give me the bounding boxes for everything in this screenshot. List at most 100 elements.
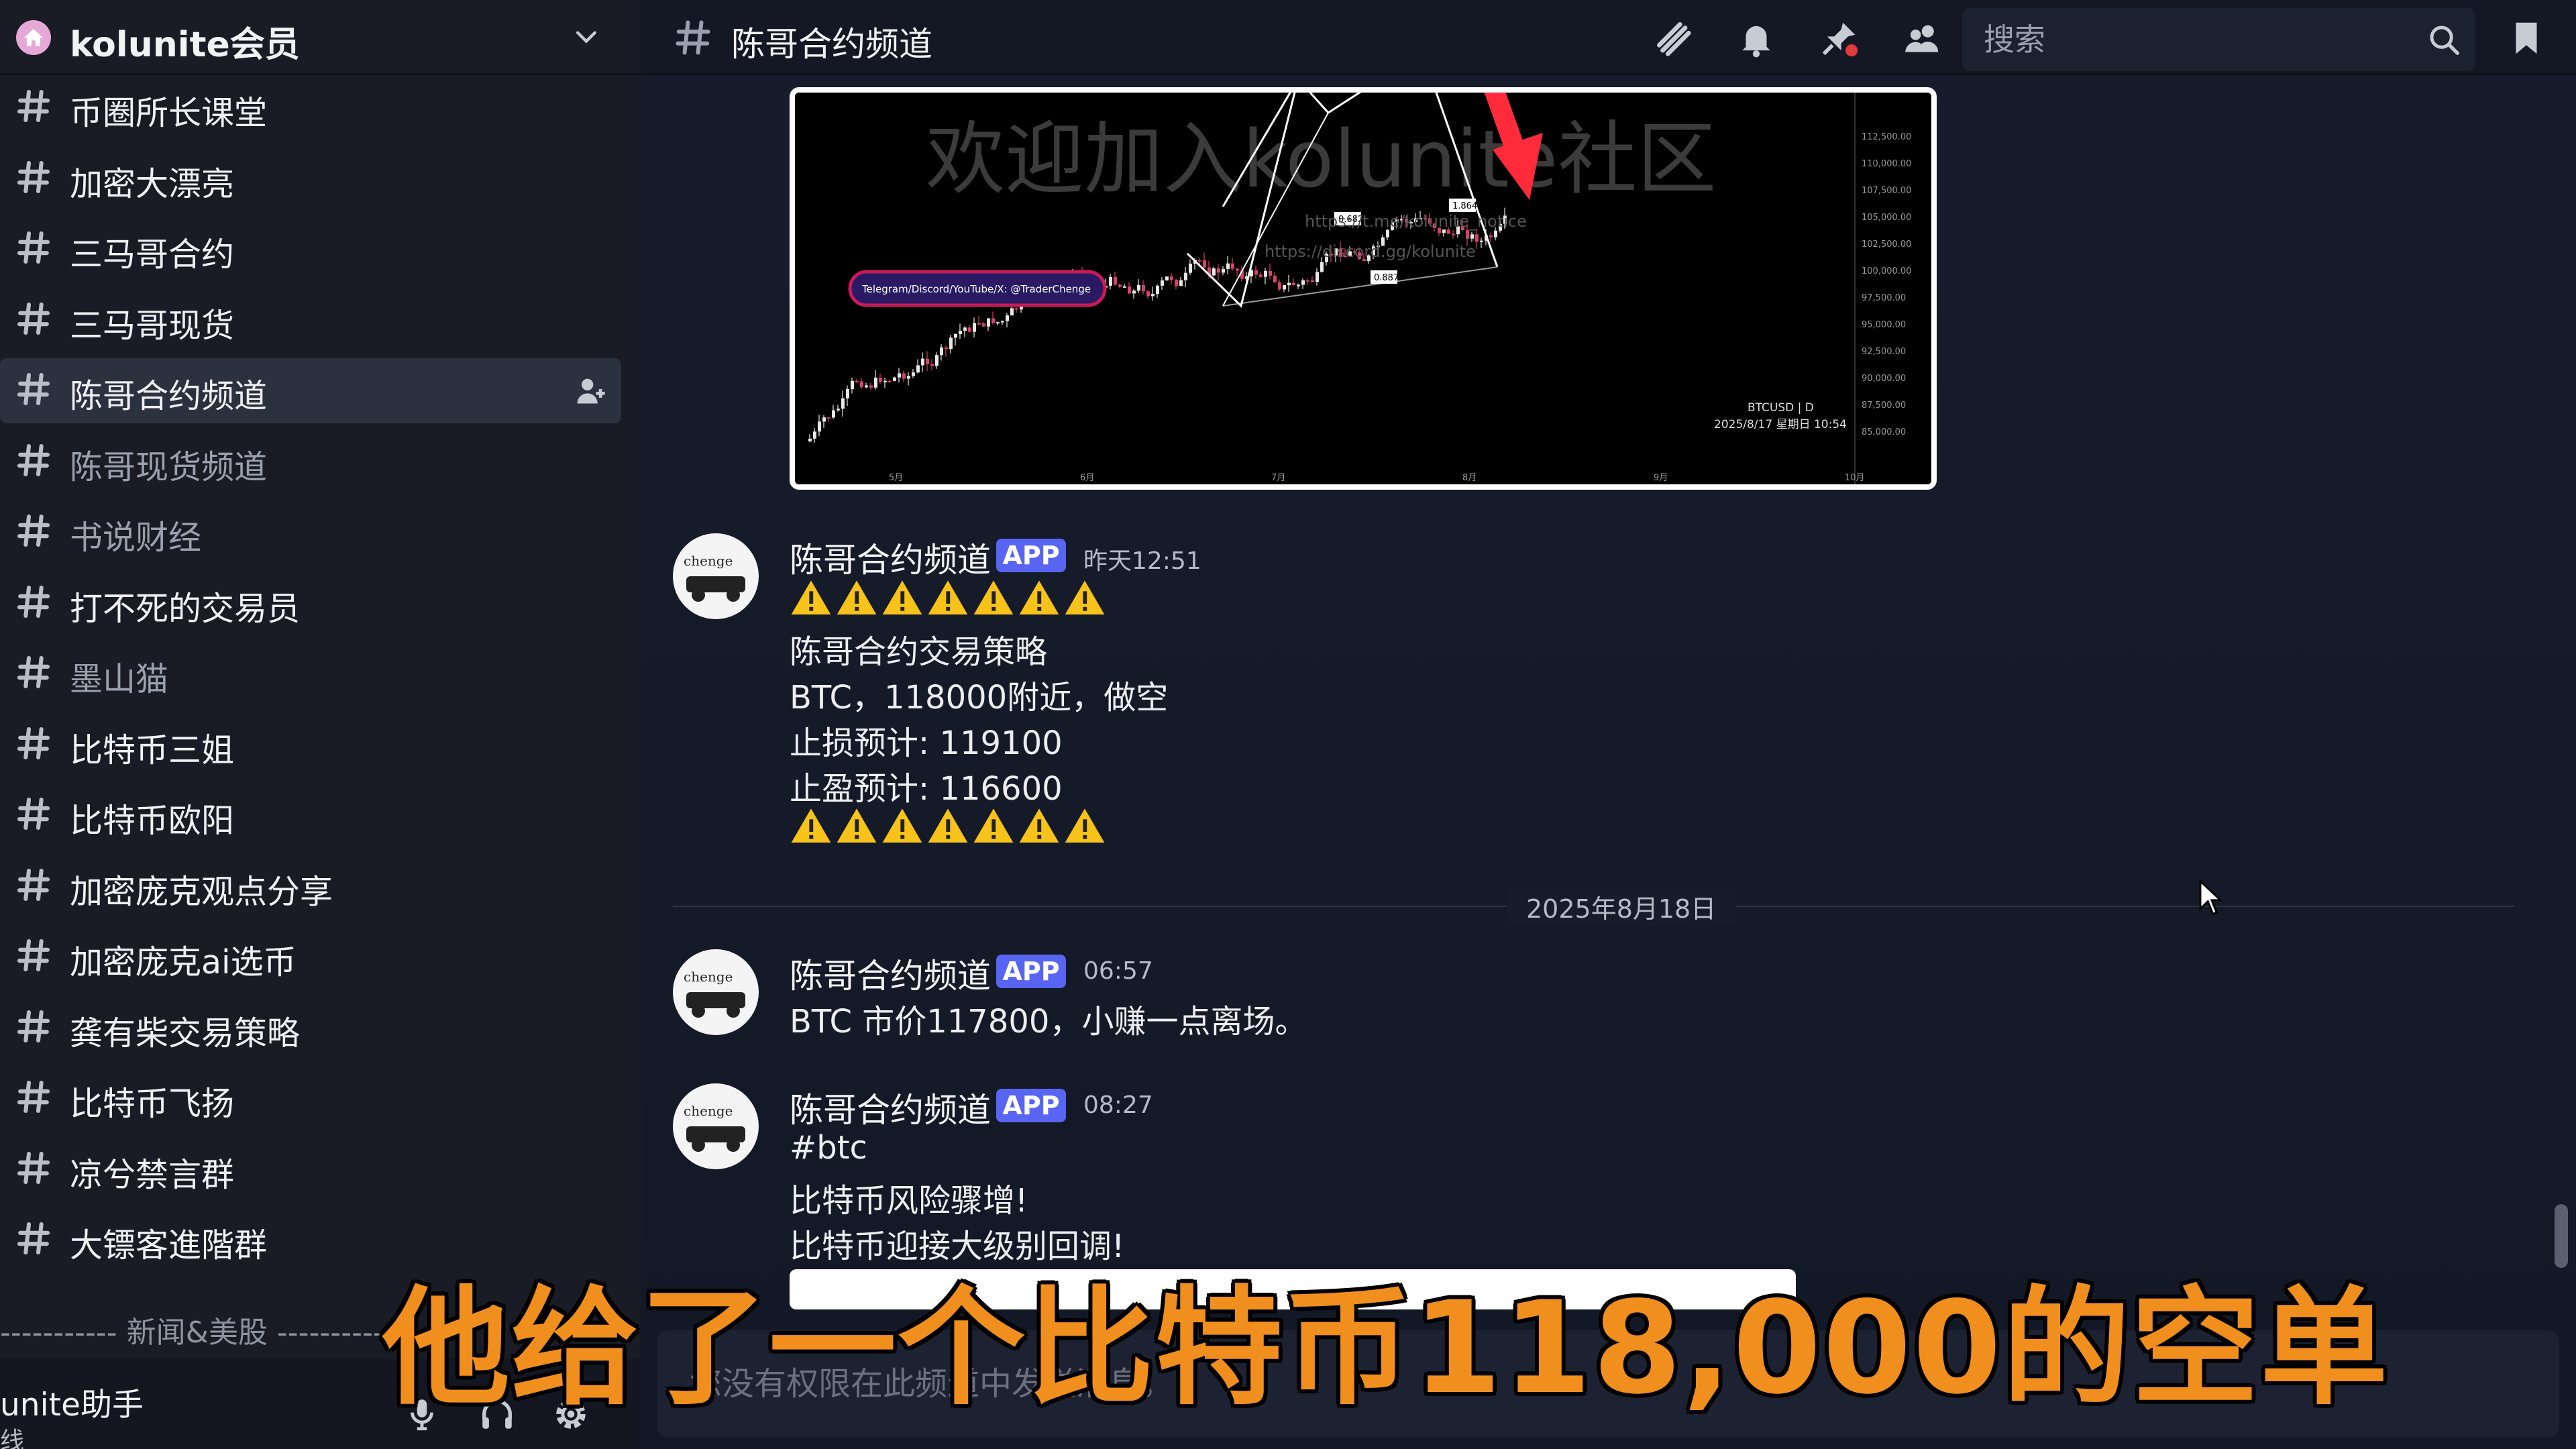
candle-body <box>921 358 924 366</box>
channel-label: 加密庞克观点分享 <box>70 872 333 911</box>
app-badge: APP <box>996 1089 1066 1122</box>
message-author[interactable]: 陈哥合约频道 <box>790 1083 991 1132</box>
candle-body <box>1128 286 1131 294</box>
candle-body <box>888 380 892 382</box>
avatar[interactable]: chenge <box>673 533 759 619</box>
candle-body <box>1494 230 1497 237</box>
chevron-down-icon[interactable] <box>572 23 601 52</box>
candle-body <box>1189 264 1192 273</box>
channel-item[interactable]: 三马哥合约 <box>0 217 621 282</box>
price-tick: 90,000.00 <box>1862 374 1906 384</box>
warning-icon <box>1065 580 1105 614</box>
channel-item[interactable]: 比特币三姐 <box>0 712 621 777</box>
hash-icon <box>15 724 52 762</box>
user-name[interactable]: unite助手 <box>0 1379 144 1425</box>
channel-item[interactable]: 墨山猫 <box>0 641 621 706</box>
add-member-icon[interactable] <box>573 373 608 408</box>
candle-body <box>1470 234 1474 239</box>
candle-body <box>1386 229 1389 237</box>
warning-icon <box>1019 580 1059 614</box>
message-author[interactable]: 陈哥合约频道 <box>790 533 991 582</box>
chart-link: https://discord.gg/kolunite <box>1265 242 1476 261</box>
message-area[interactable]: 欢迎加入kolunite社区 0.682 1.864 0.887 https:/… <box>641 77 2576 1449</box>
candle-body <box>1184 272 1187 280</box>
channel-item[interactable]: 币圈所长课堂 <box>0 75 621 140</box>
candle-body <box>1254 270 1258 275</box>
channel-item[interactable]: 三马哥现货 <box>0 288 621 353</box>
channel-label: 比特币飞扬 <box>70 1085 235 1123</box>
channel-item[interactable]: 加密庞克ai选币 <box>0 924 621 989</box>
channel-header: 陈哥合约频道 <box>641 0 2576 75</box>
candle-body <box>1226 263 1230 270</box>
pin-icon[interactable] <box>1819 17 1860 59</box>
chart-image-attachment[interactable]: 欢迎加入kolunite社区 0.682 1.864 0.887 https:/… <box>790 87 1937 490</box>
message-timestamp: 06:57 <box>1083 957 1153 985</box>
candle-body <box>1273 275 1277 282</box>
hash-icon <box>15 1220 52 1257</box>
candle-body <box>1217 268 1220 273</box>
hash-icon <box>15 936 52 974</box>
app-badge: APP <box>996 539 1066 572</box>
bookmark-icon[interactable] <box>2506 17 2547 59</box>
candle-body <box>841 398 845 409</box>
channel-item[interactable]: 凉兮禁言群 <box>0 1137 621 1202</box>
channel-item[interactable]: 打不死的交易员 <box>0 571 621 636</box>
channel-item[interactable]: 书说财经 <box>0 500 621 565</box>
candle-body <box>1212 268 1216 276</box>
candle-body <box>1118 284 1122 287</box>
candle-body <box>996 322 1000 324</box>
channel-item[interactable]: 比特币欧阳 <box>0 783 621 848</box>
candle-body <box>945 347 948 350</box>
channel-item[interactable]: 加密大漂亮 <box>0 146 621 211</box>
channel-item[interactable]: 陈哥现货频道 <box>0 429 621 494</box>
hash-icon <box>15 441 52 479</box>
candle-body <box>1175 280 1178 286</box>
members-icon[interactable] <box>1902 17 1943 59</box>
channel-label: 大镖客進階群 <box>70 1226 268 1265</box>
avatar[interactable]: chenge <box>673 949 759 1035</box>
candle-body <box>1170 276 1173 280</box>
warning-icon <box>837 580 877 614</box>
warning-icon <box>973 580 1014 614</box>
server-name: kolunite会员 <box>70 25 300 65</box>
channel-label: 陈哥合约频道 <box>70 377 268 415</box>
candle-body <box>1010 308 1014 316</box>
channel-item[interactable]: 加密庞克观点分享 <box>0 854 621 919</box>
bell-icon[interactable] <box>1735 17 1777 59</box>
price-tick: 95,000.00 <box>1862 320 1906 330</box>
candle-body <box>1146 291 1150 297</box>
candle-body <box>893 377 896 381</box>
message-author[interactable]: 陈哥合约频道 <box>790 949 991 998</box>
candle-body <box>1161 280 1164 286</box>
channel-item[interactable]: 龚有柴交易策略 <box>0 996 621 1061</box>
price-tick: 100,000.00 <box>1862 266 1911 276</box>
candle-body <box>832 410 835 418</box>
threads-icon[interactable] <box>1652 17 1694 59</box>
candle-body <box>855 380 859 382</box>
server-header[interactable]: kolunite会员 <box>0 0 641 75</box>
price-tick: 112,500.00 <box>1862 132 1911 142</box>
warning-icon <box>1065 808 1105 843</box>
candle-body <box>1198 260 1201 262</box>
scrollbar-thumb[interactable] <box>2555 1204 2568 1268</box>
search-input[interactable] <box>1962 8 2405 71</box>
candle-body <box>1137 284 1140 291</box>
price-tick: 102,500.00 <box>1862 239 1911 250</box>
message-line[interactable]: #btc <box>790 1129 867 1167</box>
candle-body <box>860 381 863 388</box>
candle-body <box>827 417 830 419</box>
search-box[interactable] <box>1962 8 2475 71</box>
candle-body <box>1316 272 1319 282</box>
channel-item[interactable]: 比特币飞扬 <box>0 1066 621 1131</box>
channel-label: 凉兮禁言群 <box>70 1155 235 1194</box>
hash-icon <box>15 158 52 196</box>
candle-body <box>1123 286 1126 288</box>
warning-icon <box>928 808 968 843</box>
search-icon[interactable] <box>2426 21 2462 58</box>
avatar[interactable]: chenge <box>673 1083 759 1169</box>
channel-item[interactable]: 陈哥合约频道 <box>0 358 621 423</box>
candle-body <box>1109 276 1112 286</box>
video-caption: 他给了一个比特币118,000的空单 <box>382 1274 2390 1422</box>
hash-icon <box>15 795 52 833</box>
candle-body <box>1301 280 1305 285</box>
